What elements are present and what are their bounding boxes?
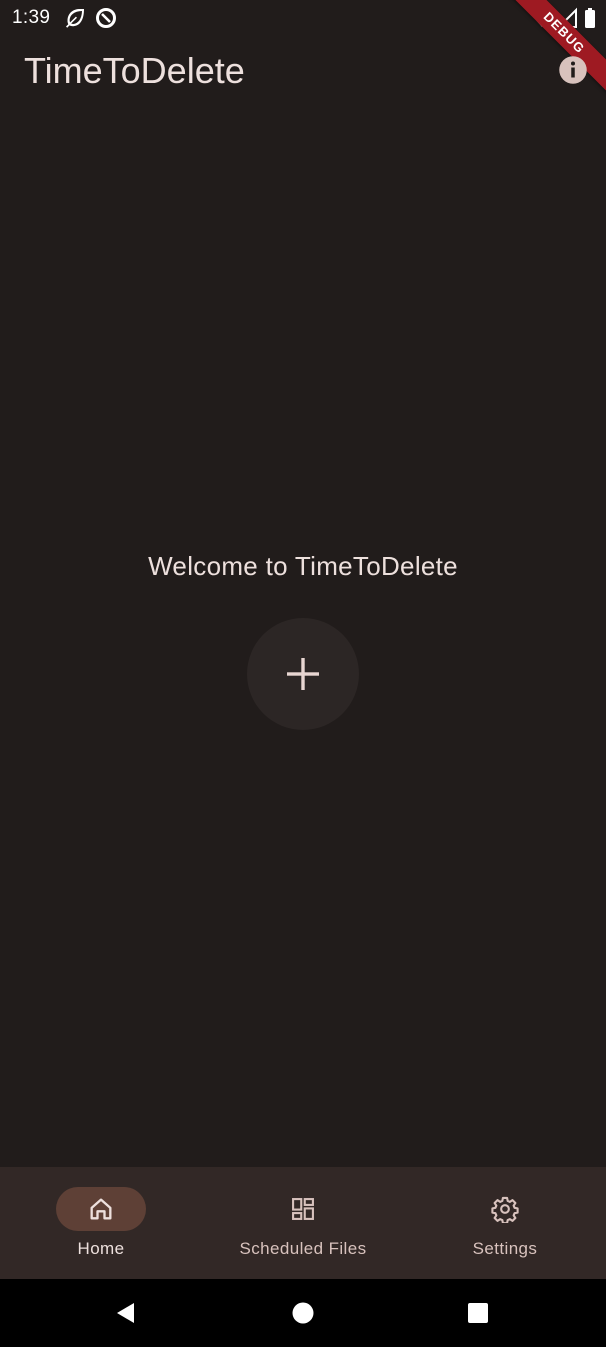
signal-icon xyxy=(556,6,580,30)
info-icon xyxy=(559,56,587,84)
app-bar: TimeToDelete xyxy=(0,36,606,110)
nav-item-settings[interactable]: Settings xyxy=(404,1167,606,1279)
dashboard-icon xyxy=(292,1198,314,1220)
nav-label-scheduled-files: Scheduled Files xyxy=(239,1239,367,1258)
gear-icon xyxy=(491,1196,519,1223)
back-icon[interactable] xyxy=(114,1301,138,1325)
nav-label-home: Home xyxy=(77,1239,125,1258)
nav-item-home[interactable]: Home xyxy=(0,1167,202,1279)
nav-item-scheduled-files[interactable]: Scheduled Files xyxy=(202,1167,404,1279)
home-icon xyxy=(90,1198,112,1220)
nav-label-settings: Settings xyxy=(472,1239,538,1258)
status-time: 1:39 xyxy=(12,7,51,28)
page-title: TimeToDelete xyxy=(24,50,245,91)
wifi-icon xyxy=(530,6,554,30)
add-file-button[interactable] xyxy=(247,618,359,730)
system-navigation-bar xyxy=(0,1279,606,1347)
data-saver-icon xyxy=(94,6,118,30)
app-screen: 1:39 DEBUG TimeToDelete Welcome to TimeT… xyxy=(0,0,606,1347)
bottom-navigation: Home Scheduled Files Settings xyxy=(0,1167,606,1279)
status-bar: 1:39 xyxy=(0,0,606,36)
welcome-text: Welcome to TimeToDelete xyxy=(148,551,458,581)
recents-icon[interactable] xyxy=(466,1301,490,1325)
battery-icon xyxy=(578,6,602,30)
plus-icon xyxy=(287,658,319,690)
home-circle-icon[interactable] xyxy=(291,1301,315,1325)
leaf-icon xyxy=(63,6,87,30)
info-button[interactable] xyxy=(556,53,590,87)
